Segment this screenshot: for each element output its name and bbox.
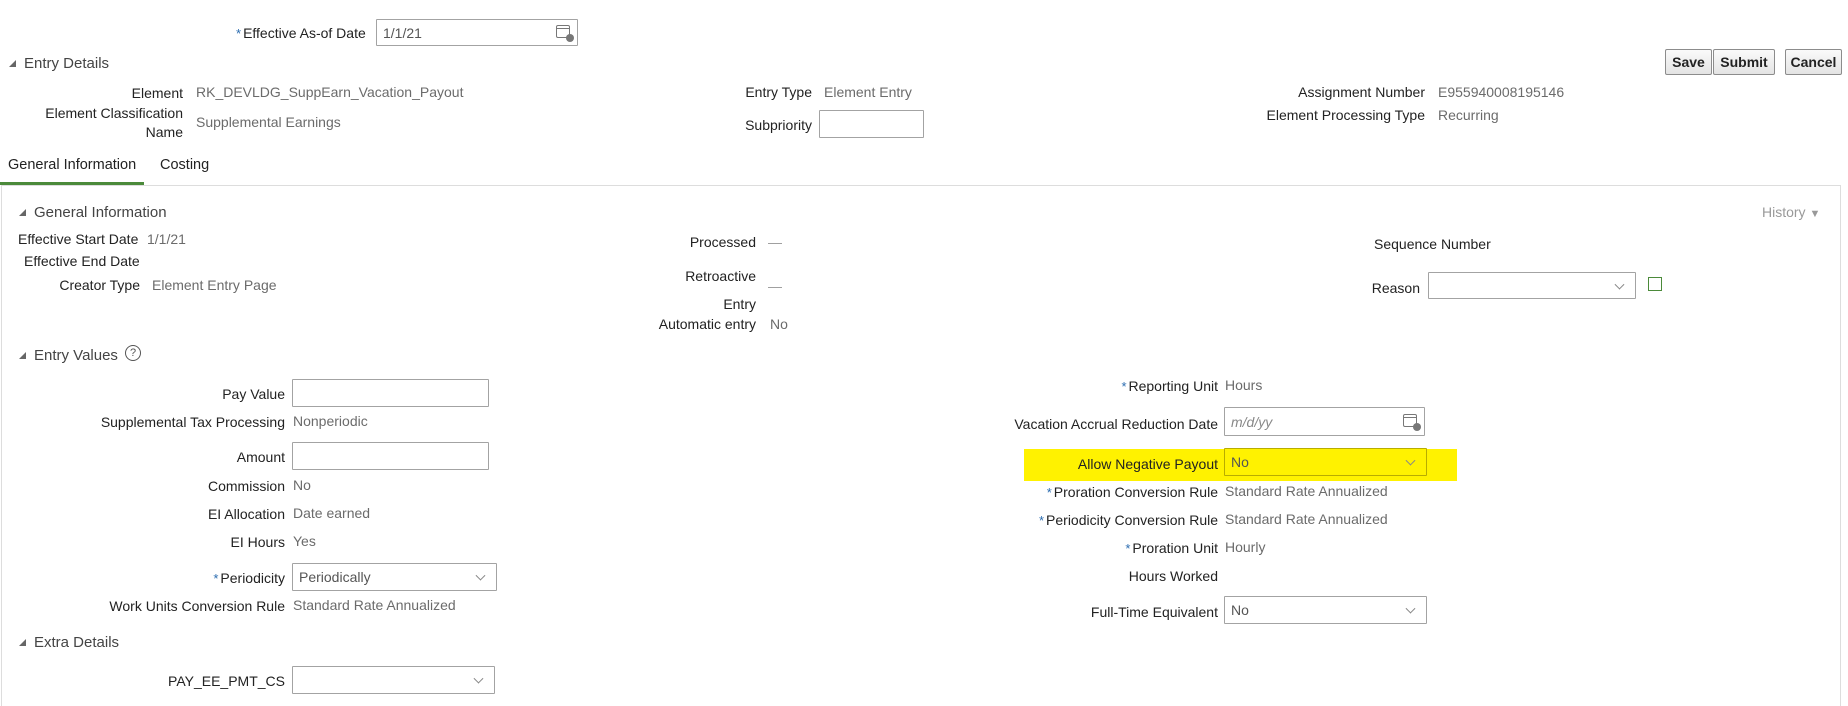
classification-label: Element Classification Name: [45, 105, 183, 140]
dropdown-arrow-icon: ▼: [1809, 208, 1821, 220]
calendar-icon[interactable]: [556, 25, 574, 42]
periodicity-select[interactable]: Periodically: [292, 563, 497, 591]
effective-start-date-label: Effective Start Date: [18, 231, 139, 247]
periodicity-conversion-label: * Periodicity Conversion Rule: [1038, 512, 1218, 528]
effective-as-of-date-input[interactable]: 1/1/21: [376, 19, 578, 46]
effective-end-date-label: Effective End Date: [24, 253, 140, 269]
creator-type-value: Element Entry Page: [152, 277, 277, 293]
tab-costing[interactable]: Costing: [160, 157, 209, 173]
element-label: Element: [131, 85, 183, 101]
proration-conversion-label: * Proration Conversion Rule: [1046, 484, 1218, 500]
hours-worked-label: Hours Worked: [1128, 568, 1218, 584]
commission-value: No: [293, 477, 311, 493]
creator-type-label: Creator Type: [59, 277, 140, 293]
ei-hours-value: Yes: [293, 533, 316, 549]
reporting-unit-value: Hours: [1225, 377, 1263, 393]
proration-conversion-value: Standard Rate Annualized: [1225, 483, 1388, 499]
processed-value: —: [768, 234, 782, 250]
pay-ee-pmt-cs-label: PAY_EE_PMT_CS: [168, 673, 285, 689]
submit-button[interactable]: Submit: [1713, 49, 1775, 75]
entry-details-header[interactable]: Entry Details: [9, 55, 109, 72]
tab-general-information[interactable]: General Information: [0, 157, 145, 185]
amount-label: Amount: [236, 449, 285, 465]
retroactive-entry-label: Retroactive Entry: [685, 268, 756, 312]
attachment-icon[interactable]: [1648, 277, 1662, 291]
processed-label: Processed: [689, 234, 756, 250]
supplemental-tax-value: Nonperiodic: [293, 413, 368, 429]
effective-start-date-value: 1/1/21: [147, 231, 186, 247]
pay-ee-pmt-cs-select[interactable]: [292, 666, 495, 694]
help-icon[interactable]: ?: [125, 345, 141, 361]
subpriority-input[interactable]: [819, 110, 924, 138]
reason-label: Reason: [1371, 280, 1420, 296]
full-time-equivalent-label: Full-Time Equivalent: [1090, 604, 1218, 620]
allow-negative-payout-label: Allow Negative Payout: [1077, 456, 1218, 472]
assignment-number-value: E955940008195146: [1438, 84, 1565, 100]
save-button[interactable]: Save: [1665, 49, 1712, 75]
collapse-triangle-icon: [19, 209, 26, 216]
ei-hours-label: EI Hours: [230, 534, 285, 550]
full-time-equivalent-select[interactable]: No: [1224, 596, 1427, 624]
ei-allocation-value: Date earned: [293, 505, 371, 521]
ei-allocation-label: EI Allocation: [207, 506, 285, 522]
retroactive-entry-value: —: [768, 278, 782, 294]
collapse-triangle-icon: [19, 639, 26, 646]
entry-values-header[interactable]: Entry Values: [19, 347, 118, 364]
automatic-entry-label: Automatic entry: [658, 316, 756, 332]
cancel-button[interactable]: Cancel: [1785, 49, 1842, 75]
extra-details-header[interactable]: Extra Details: [19, 634, 119, 651]
collapse-triangle-icon: [9, 60, 16, 67]
periodicity-label: * Periodicity: [213, 570, 285, 586]
vacation-accrual-date-input[interactable]: m/d/yy: [1224, 407, 1425, 436]
subpriority-label: Subpriority: [745, 117, 812, 133]
pay-value-label: Pay Value: [222, 386, 285, 402]
entry-type-value: Element Entry: [824, 84, 912, 100]
sequence-number-label: Sequence Number: [1374, 236, 1491, 252]
effective-as-of-date-label: * Effective As-of Date: [236, 25, 366, 41]
assignment-number-label: Assignment Number: [1298, 84, 1425, 100]
pay-value-input[interactable]: [292, 379, 489, 407]
main-panel: [1, 185, 1841, 706]
amount-input[interactable]: [292, 442, 489, 470]
allow-negative-payout-select[interactable]: No: [1224, 448, 1427, 476]
work-units-value: Standard Rate Annualized: [293, 597, 456, 613]
automatic-entry-value: No: [770, 316, 788, 332]
supplemental-tax-label: Supplemental Tax Processing: [100, 414, 285, 430]
commission-label: Commission: [207, 478, 285, 494]
reason-select[interactable]: [1428, 272, 1636, 299]
periodicity-conversion-value: Standard Rate Annualized: [1225, 511, 1388, 527]
proration-unit-label: * Proration Unit: [1125, 540, 1218, 556]
classification-value: Supplemental Earnings: [196, 114, 341, 130]
reporting-unit-label: * Reporting Unit: [1121, 378, 1218, 394]
processing-type-label: Element Processing Type: [1266, 107, 1426, 123]
processing-type-value: Recurring: [1438, 107, 1499, 123]
work-units-label: Work Units Conversion Rule: [109, 598, 285, 614]
general-information-header[interactable]: General Information: [19, 204, 167, 221]
calendar-icon[interactable]: [1403, 414, 1421, 431]
entry-type-label: Entry Type: [745, 84, 812, 100]
element-value: RK_DEVLDG_SuppEarn_Vacation_Payout: [196, 84, 464, 100]
history-menu[interactable]: History ▼: [1762, 204, 1820, 220]
vacation-accrual-label: Vacation Accrual Reduction Date: [1014, 416, 1218, 432]
collapse-triangle-icon: [19, 352, 26, 359]
proration-unit-value: Hourly: [1225, 539, 1266, 555]
